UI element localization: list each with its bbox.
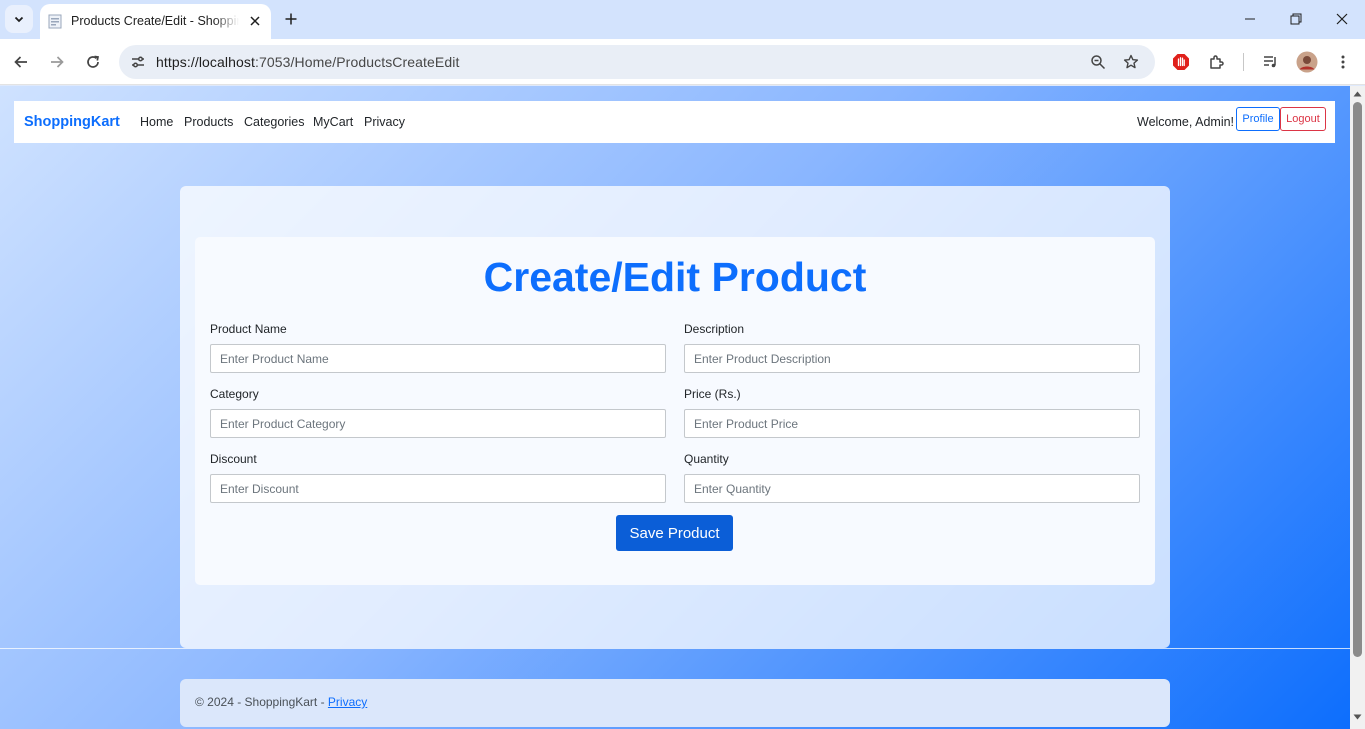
- url-text: https://localhost:7053/Home/ProductsCrea…: [156, 54, 459, 70]
- browser-toolbar: https://localhost:7053/Home/ProductsCrea…: [0, 39, 1365, 85]
- back-button[interactable]: [7, 48, 35, 76]
- restore-button[interactable]: [1281, 5, 1311, 33]
- minimize-icon: [1245, 18, 1255, 20]
- url-path: :7053/Home/ProductsCreateEdit: [254, 54, 460, 70]
- category-input[interactable]: [210, 409, 666, 438]
- product-form-card: Create/Edit Product Product Name Descrip…: [195, 237, 1155, 585]
- scroll-up-icon[interactable]: [1353, 90, 1362, 98]
- kebab-menu-icon: [1341, 55, 1345, 69]
- scroll-down-icon[interactable]: [1353, 713, 1362, 721]
- copyright-text: © 2024 - ShoppingKart -: [195, 695, 328, 709]
- new-tab-button[interactable]: [280, 8, 302, 30]
- avatar: [1296, 51, 1318, 73]
- save-product-button[interactable]: Save Product: [616, 515, 733, 551]
- discount-label: Discount: [210, 452, 257, 466]
- scroll-thumb[interactable]: [1353, 102, 1362, 657]
- quantity-input[interactable]: [684, 474, 1140, 503]
- tab-list-button[interactable]: [5, 5, 33, 33]
- main-container: Create/Edit Product Product Name Descrip…: [180, 186, 1170, 648]
- nav-link-products[interactable]: Products: [184, 115, 233, 129]
- page-icon: [48, 14, 62, 29]
- chevron-down-icon: [14, 16, 24, 23]
- url-host: https://localhost: [156, 54, 255, 70]
- product-name-input[interactable]: [210, 344, 666, 373]
- price-input[interactable]: [684, 409, 1140, 438]
- description-label: Description: [684, 322, 745, 336]
- browser-menu-button[interactable]: [1329, 48, 1357, 76]
- page-title: Create/Edit Product: [483, 254, 867, 300]
- page-viewport: ShoppingKart Home Products Categories My…: [0, 86, 1350, 729]
- nav-link-mycart[interactable]: MyCart: [313, 115, 353, 129]
- close-window-button[interactable]: [1327, 5, 1357, 33]
- browser-tab-active[interactable]: Products Create/Edit - ShoppingKart: [40, 4, 271, 39]
- page-footer: © 2024 - ShoppingKart - Privacy: [180, 679, 1170, 727]
- profile-avatar-button[interactable]: [1293, 48, 1321, 76]
- minimize-button[interactable]: [1235, 5, 1265, 33]
- page-scrollbar[interactable]: [1350, 86, 1365, 729]
- zoom-icon: [1091, 55, 1106, 70]
- footer-text: © 2024 - ShoppingKart - Privacy: [195, 695, 367, 709]
- media-control-button[interactable]: [1257, 48, 1285, 76]
- profile-button[interactable]: Profile: [1236, 107, 1280, 131]
- tune-icon: [132, 56, 144, 68]
- footer-divider: [0, 648, 1350, 649]
- close-icon: [1336, 13, 1348, 25]
- reload-icon: [87, 55, 100, 68]
- media-icon: [1264, 56, 1276, 68]
- extensions-button[interactable]: [1203, 48, 1231, 76]
- footer-privacy-link[interactable]: Privacy: [328, 695, 367, 709]
- brand-link[interactable]: ShoppingKart: [24, 114, 120, 130]
- discount-input[interactable]: [210, 474, 666, 503]
- nav-link-privacy[interactable]: Privacy: [364, 115, 405, 129]
- product-name-label: Product Name: [210, 322, 287, 336]
- logout-button[interactable]: Logout: [1280, 107, 1326, 131]
- reload-button[interactable]: [79, 48, 107, 76]
- adblock-extension-button[interactable]: [1167, 48, 1195, 76]
- puzzle-icon: [1210, 55, 1224, 69]
- bookmark-button[interactable]: [1119, 50, 1143, 74]
- arrow-right-icon: [51, 56, 64, 68]
- nav-link-categories[interactable]: Categories: [244, 115, 304, 129]
- browser-tab-strip: Products Create/Edit - ShoppingKart: [0, 0, 1365, 39]
- arrow-left-icon: [14, 56, 27, 68]
- category-label: Category: [210, 387, 259, 401]
- tab-close-button[interactable]: [246, 12, 264, 30]
- close-icon: [250, 16, 260, 26]
- welcome-text: Welcome, Admin!: [1137, 115, 1235, 129]
- price-label: Price (Rs.): [684, 387, 741, 401]
- address-bar[interactable]: https://localhost:7053/Home/ProductsCrea…: [119, 45, 1155, 79]
- nav-link-home[interactable]: Home: [140, 115, 173, 129]
- site-navbar: ShoppingKart Home Products Categories My…: [14, 101, 1335, 143]
- description-input[interactable]: [684, 344, 1140, 373]
- star-icon: [1123, 54, 1139, 69]
- forward-button[interactable]: [43, 48, 71, 76]
- site-info-button[interactable]: [125, 49, 151, 75]
- tab-title: Products Create/Edit - ShoppingKart: [71, 14, 239, 28]
- quantity-label: Quantity: [684, 452, 729, 466]
- restore-icon: [1290, 13, 1302, 25]
- adblock-icon: [1173, 54, 1189, 70]
- plus-icon: [285, 13, 297, 25]
- zoom-button[interactable]: [1086, 50, 1110, 74]
- toolbar-divider: [1243, 53, 1244, 71]
